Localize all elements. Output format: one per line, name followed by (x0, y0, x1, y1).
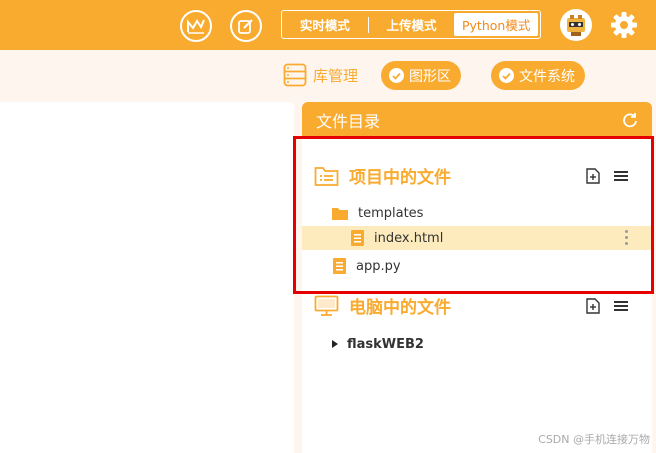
library-manager-label: 库管理 (313, 66, 359, 85)
menu-icon[interactable] (614, 170, 628, 182)
file-directory-panel: 文件目录 项目中的文件 templates index.html app.py … (302, 102, 652, 453)
file-system-label: 文件系统 (519, 68, 575, 85)
tree-item-app-py[interactable]: app.py (302, 254, 652, 278)
gear-icon[interactable] (608, 9, 640, 41)
tree-item-label: index.html (374, 230, 444, 246)
tree-item-templates[interactable]: templates (302, 201, 652, 225)
folder-list-icon (314, 166, 339, 186)
check-icon (389, 68, 404, 83)
tree-item-flaskweb2[interactable]: flaskWEB2 (302, 332, 652, 356)
mode-realtime[interactable]: 实时模式 (282, 11, 368, 38)
project-files-actions (586, 168, 628, 184)
graphics-area-toggle[interactable]: 图形区 (381, 61, 461, 90)
chart-circle-icon[interactable] (180, 10, 212, 42)
new-file-icon[interactable] (586, 298, 600, 314)
tree-item-index-html[interactable]: index.html (302, 226, 652, 250)
database-icon (283, 63, 307, 87)
tree-item-label: app.py (356, 258, 401, 274)
file-directory-header: 文件目录 (302, 102, 652, 138)
file-icon (333, 258, 346, 274)
file-system-toggle[interactable]: 文件系统 (491, 61, 585, 90)
computer-files-actions (586, 298, 628, 314)
folder-icon (332, 207, 348, 220)
watermark: CSDN @手机连接万物 (538, 433, 650, 446)
monitor-icon (314, 295, 339, 316)
refresh-icon[interactable] (622, 112, 638, 128)
computer-files-label: 电脑中的文件 (349, 298, 451, 318)
tree-item-label: flaskWEB2 (347, 336, 424, 352)
more-options-icon[interactable] (625, 230, 628, 245)
project-files-section-title: 项目中的文件 (314, 163, 451, 188)
robot-avatar[interactable] (560, 9, 592, 41)
mode-python[interactable]: Python模式 (454, 13, 539, 36)
edit-circle-icon[interactable] (230, 10, 262, 42)
project-files-label: 项目中的文件 (349, 168, 451, 188)
mode-switcher: 实时模式 上传模式 Python模式 (281, 10, 541, 39)
graphics-area-label: 图形区 (409, 68, 451, 85)
check-icon (499, 68, 514, 83)
top-bar: 实时模式 上传模式 Python模式 (0, 0, 656, 50)
menu-icon[interactable] (614, 300, 628, 312)
library-manager-button[interactable]: 库管理 (283, 62, 358, 88)
new-file-icon[interactable] (586, 168, 600, 184)
tree-item-label: templates (358, 205, 424, 221)
toolbar: 库管理 图形区 文件系统 (0, 50, 656, 100)
file-directory-title: 文件目录 (316, 112, 381, 131)
code-editor-panel[interactable] (0, 102, 294, 453)
caret-right-icon[interactable] (332, 340, 338, 348)
computer-files-section-title: 电脑中的文件 (314, 293, 451, 318)
mode-upload[interactable]: 上传模式 (369, 11, 455, 38)
file-icon (351, 230, 364, 246)
